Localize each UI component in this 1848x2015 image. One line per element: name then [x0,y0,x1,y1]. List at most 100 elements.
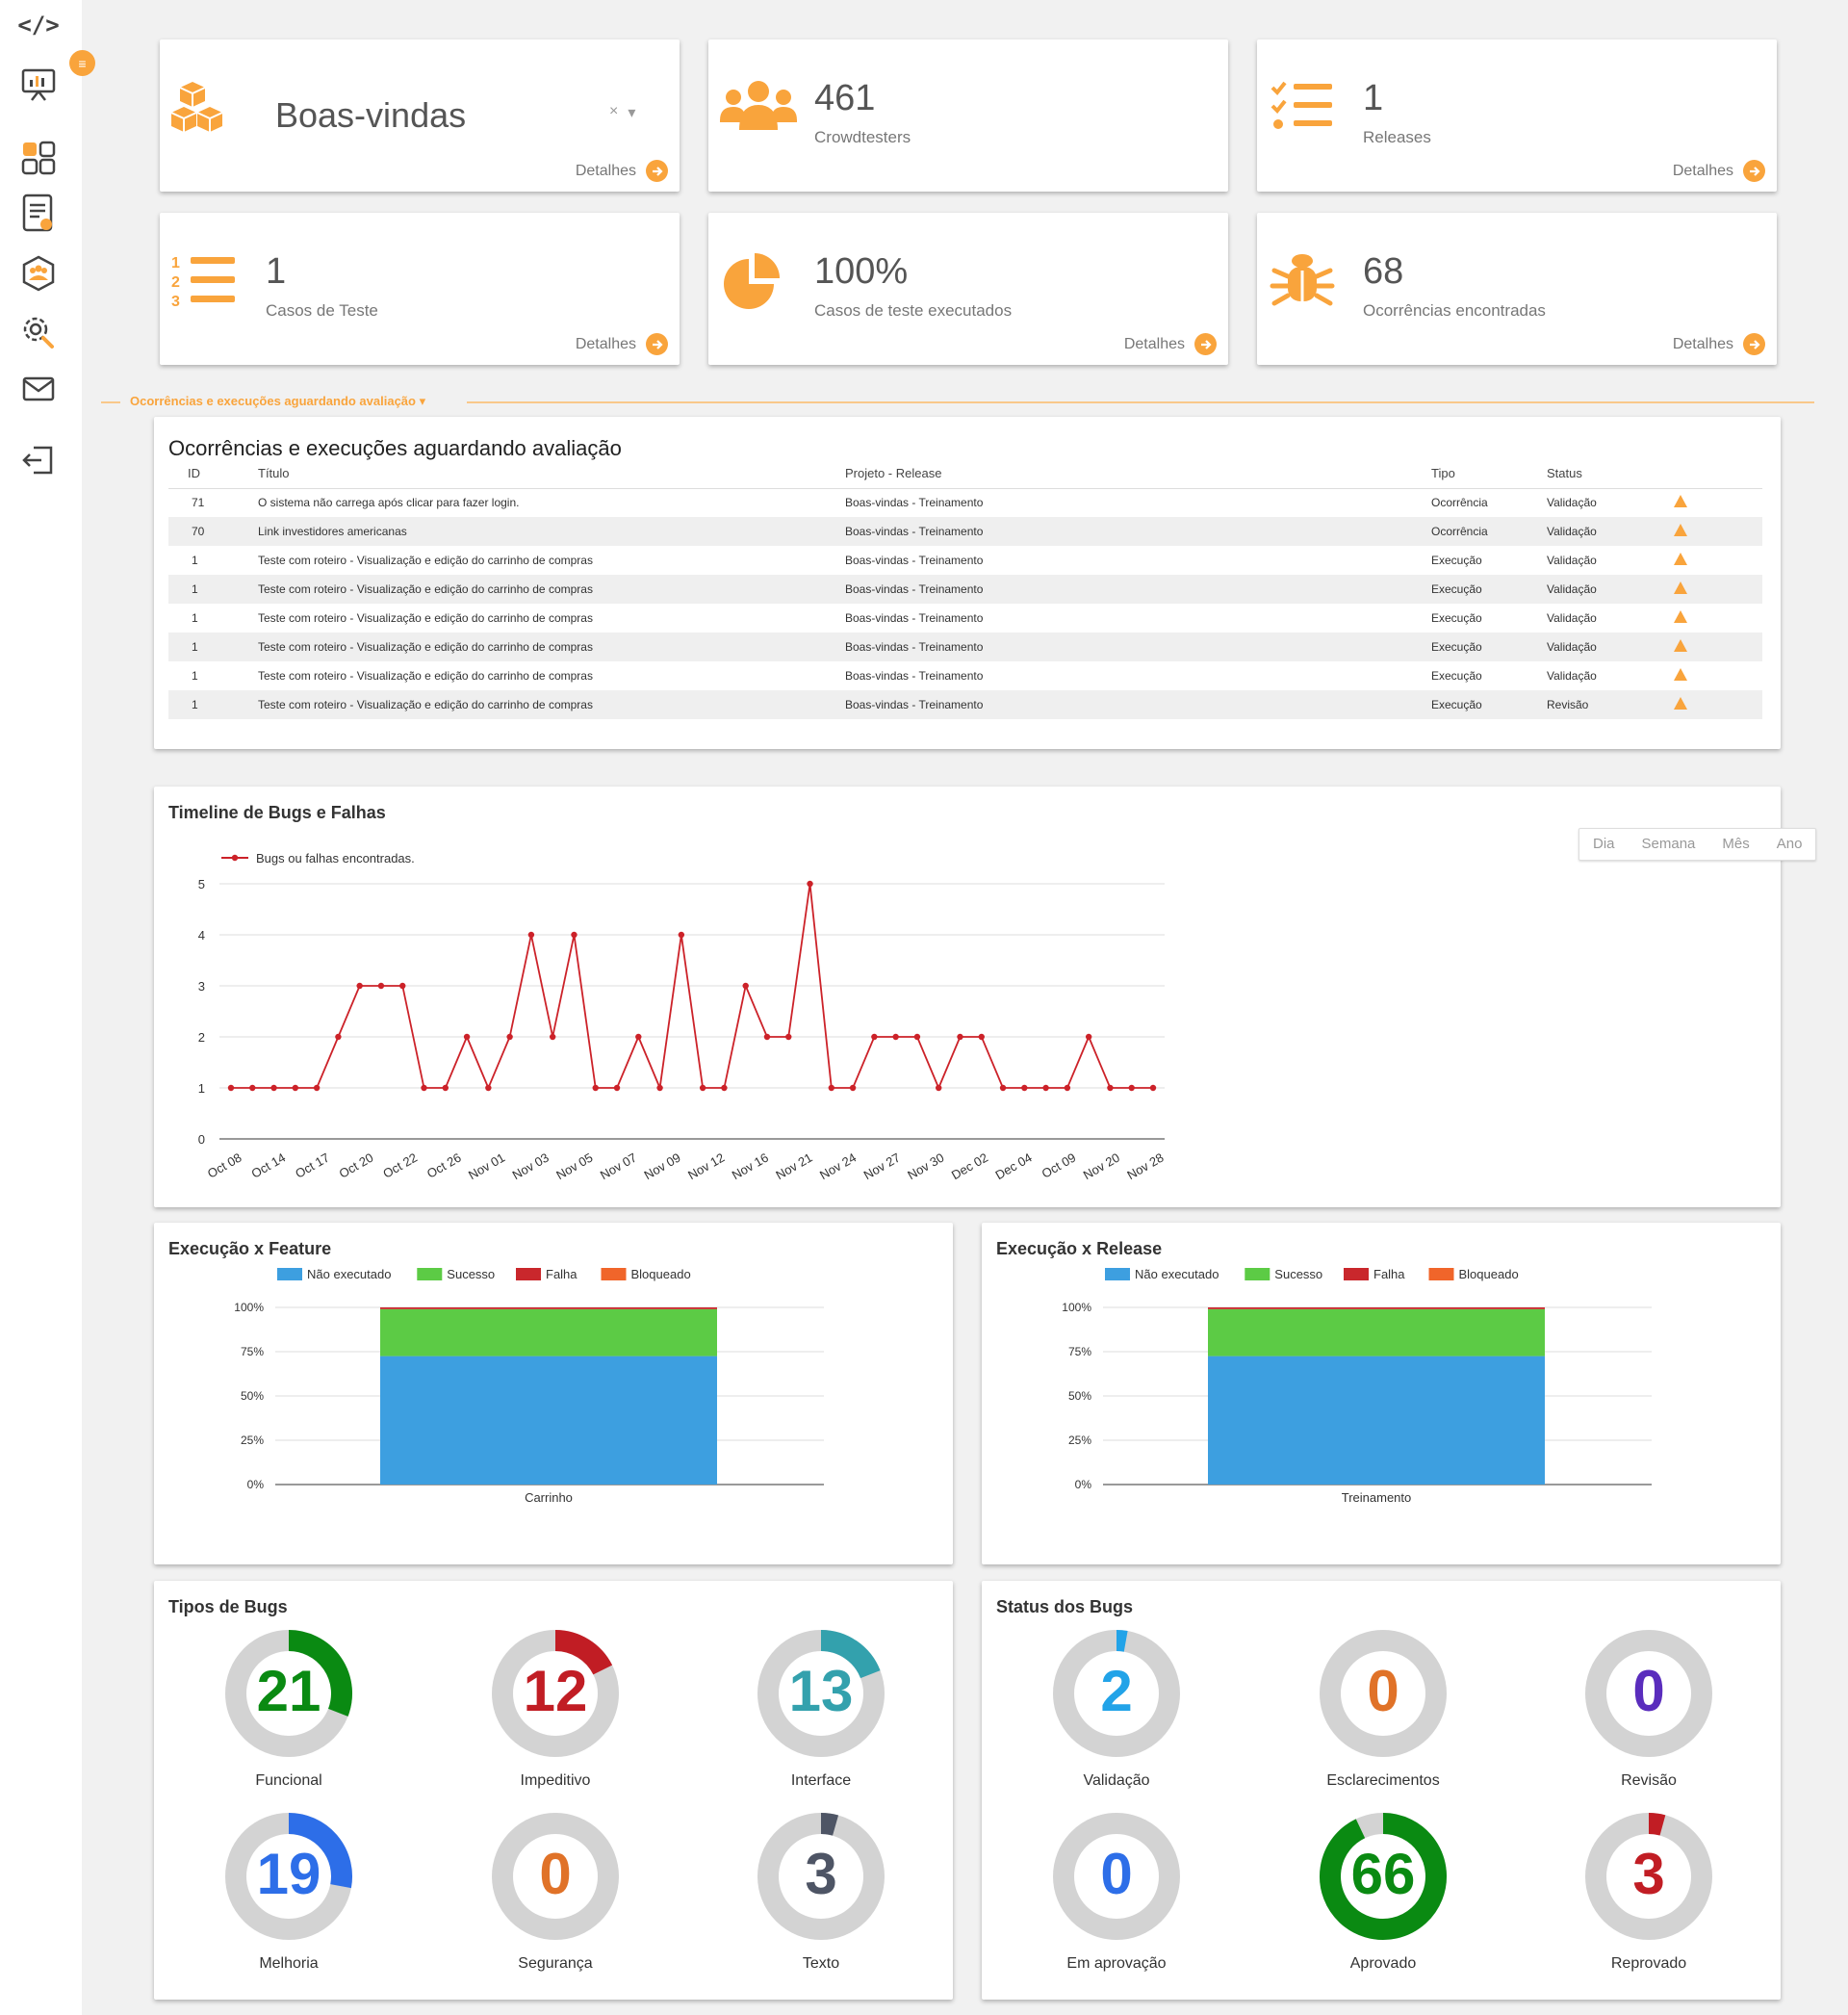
table-row[interactable]: 70 Link investidores americanas Boas-vinda… [168,517,1762,546]
range-button[interactable]: Ano [1763,829,1816,860]
welcome-details-link[interactable]: Detalhes [576,160,668,182]
bar-segment[interactable] [380,1356,717,1485]
warning-icon[interactable] [1674,553,1687,565]
warning-icon[interactable] [1674,610,1687,623]
data-point[interactable] [335,1033,342,1041]
legend-label[interactable]: Falha [546,1267,578,1281]
data-point[interactable] [313,1084,321,1092]
column-header[interactable]: Projeto - Release [845,465,1431,489]
legend-label[interactable]: Sucesso [447,1267,495,1281]
data-point[interactable] [463,1033,471,1041]
data-point[interactable] [999,1084,1007,1092]
warning-icon[interactable] [1674,697,1687,710]
donut-item[interactable]: 2 Validação [1049,1626,1184,1790]
data-point[interactable] [807,880,813,888]
range-button[interactable]: Semana [1629,829,1709,860]
range-button[interactable]: Dia [1579,829,1629,860]
settings-icon[interactable] [19,312,58,350]
data-point[interactable] [592,1084,599,1092]
donut-item[interactable]: 0 Em aprovação [1049,1809,1184,1973]
data-point[interactable] [270,1084,277,1092]
data-point[interactable] [356,982,363,990]
dashboard-icon[interactable] [19,65,58,104]
test-cases-details-link[interactable]: Detalhes [576,333,668,355]
donut-item[interactable]: 21 Funcional [221,1626,356,1790]
data-point[interactable] [399,982,406,990]
range-button[interactable]: Mês [1708,829,1762,860]
data-point[interactable] [506,1033,513,1041]
clear-selection-button[interactable]: × [609,103,618,122]
app-logo[interactable]: </> [12,12,65,39]
donut-item[interactable]: 12 Impeditivo [488,1626,623,1790]
data-point[interactable] [656,1084,663,1092]
legend-label[interactable]: Bloqueado [631,1267,691,1281]
apps-grid-icon[interactable] [19,139,58,177]
table-row[interactable]: 1 Teste com roteiro - Visualização e ediç… [168,690,1762,719]
table-row[interactable]: 1 Teste com roteiro - Visualização e ediç… [168,604,1762,633]
data-point[interactable] [1128,1084,1135,1092]
logout-icon[interactable] [19,441,58,479]
releases-details-link[interactable]: Detalhes [1673,160,1765,182]
bar-segment[interactable] [380,1307,717,1309]
legend-label[interactable]: Não executado [1135,1267,1219,1281]
donut-item[interactable]: 0 Segurança [488,1809,623,1973]
project-select-value[interactable]: Boas-vindas [275,95,466,136]
executed-details-link[interactable]: Detalhes [1124,333,1217,355]
table-row[interactable]: 1 Teste com roteiro - Visualização e ediç… [168,661,1762,690]
data-point[interactable] [1107,1084,1114,1092]
data-point[interactable] [936,1084,942,1092]
data-point[interactable] [292,1084,299,1092]
donut-item[interactable]: 13 Interface [754,1626,888,1790]
data-point[interactable] [763,1033,771,1041]
data-point[interactable] [978,1033,985,1041]
data-point[interactable] [571,931,578,939]
warning-icon[interactable] [1674,581,1687,594]
section-toggle[interactable]: Ocorrências e execuções aguardando avali… [101,393,1814,412]
data-point[interactable] [1042,1084,1049,1092]
data-point[interactable] [742,982,749,990]
bar-segment[interactable] [380,1308,717,1356]
donut-item[interactable]: 0 Esclarecimentos [1316,1626,1450,1790]
donut-item[interactable]: 66 Aprovado [1316,1809,1450,1973]
table-row[interactable]: 1 Teste com roteiro - Visualização e ediç… [168,633,1762,661]
data-point[interactable] [442,1084,449,1092]
team-icon[interactable] [19,254,58,293]
data-point[interactable] [527,931,535,939]
table-row[interactable]: 1 Teste com roteiro - Visualização e ediç… [168,546,1762,575]
bar-segment[interactable] [1208,1307,1545,1309]
data-point[interactable] [1085,1033,1092,1041]
data-point[interactable] [1064,1084,1071,1092]
occurrences-details-link[interactable]: Detalhes [1673,333,1765,355]
donut-item[interactable]: 0 Revisão [1581,1626,1716,1790]
bar-segment[interactable] [1208,1308,1545,1356]
data-point[interactable] [249,1084,256,1092]
bar-segment[interactable] [1208,1356,1545,1485]
data-point[interactable] [785,1033,792,1041]
warning-icon[interactable] [1674,639,1687,652]
data-point[interactable] [699,1084,706,1092]
column-header[interactable]: ID [168,465,258,489]
data-point[interactable] [227,1084,235,1092]
chevron-down-icon[interactable]: ▾ [628,103,635,122]
legend-label[interactable]: Falha [1373,1267,1405,1281]
legend-label[interactable]: Não executado [307,1267,391,1281]
mail-icon[interactable] [19,370,58,408]
table-row[interactable]: 1 Teste com roteiro - Visualização e ediç… [168,575,1762,604]
warning-icon[interactable] [1674,524,1687,536]
data-point[interactable] [1149,1084,1157,1092]
donut-item[interactable]: 19 Melhoria [221,1809,356,1973]
data-point[interactable] [678,931,685,939]
data-point[interactable] [377,982,385,990]
column-header[interactable]: Status [1547,465,1668,489]
legend-label[interactable]: Sucesso [1274,1267,1322,1281]
data-point[interactable] [892,1033,899,1041]
column-header[interactable]: Tipo [1431,465,1547,489]
report-icon[interactable] [19,194,58,233]
data-point[interactable] [613,1084,621,1092]
data-point[interactable] [635,1033,642,1041]
donut-item[interactable]: 3 Texto [754,1809,888,1973]
data-point[interactable] [421,1084,427,1092]
data-point[interactable] [849,1084,857,1092]
data-point[interactable] [828,1084,835,1092]
legend-label[interactable]: Bloqueado [1459,1267,1519,1281]
